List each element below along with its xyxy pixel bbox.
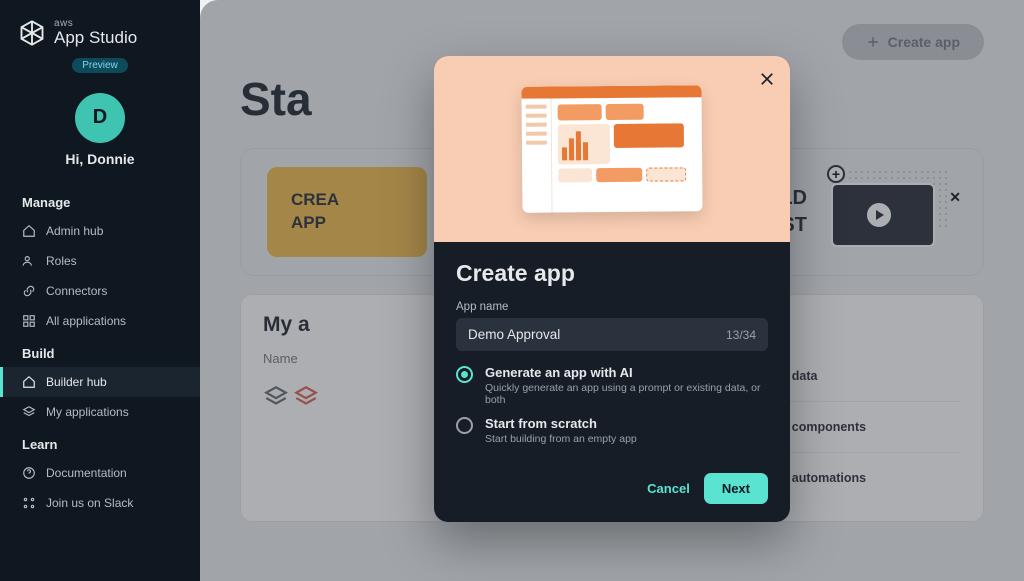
- section-learn: Learn: [0, 427, 200, 458]
- layers-icon: [22, 405, 36, 419]
- sidebar-item-my-applications[interactable]: My applications: [0, 397, 200, 427]
- char-count: 13/34: [726, 328, 756, 342]
- sidebar-label: My applications: [46, 405, 129, 419]
- option-subtitle: Start building from an empty app: [485, 433, 637, 445]
- radio-unselected-icon[interactable]: [456, 417, 473, 434]
- option-title: Start from scratch: [485, 416, 637, 431]
- option-subtitle: Quickly generate an app using a prompt o…: [485, 382, 768, 406]
- dashboard-illustration-icon: [521, 85, 702, 213]
- sidebar-item-admin-hub[interactable]: Admin hub: [0, 216, 200, 246]
- sidebar-label: Connectors: [46, 284, 107, 298]
- modal-hero: [434, 56, 790, 242]
- sidebar-label: Join us on Slack: [46, 496, 133, 510]
- brand: aws App Studio: [0, 18, 200, 54]
- option-generate-ai[interactable]: Generate an app with AI Quickly generate…: [456, 365, 768, 406]
- main: Create app Sta CREA APP O: BUILD R FIRST…: [200, 0, 1024, 581]
- sidebar-item-builder-hub[interactable]: Builder hub: [0, 367, 200, 397]
- link-icon: [22, 284, 36, 298]
- avatar[interactable]: D: [75, 93, 125, 143]
- section-manage: Manage: [0, 185, 200, 216]
- preview-badge: Preview: [72, 58, 128, 73]
- close-icon[interactable]: [758, 70, 776, 88]
- modal-overlay[interactable]: Create app App name 13/34 Generate an ap…: [200, 0, 1024, 581]
- cancel-button[interactable]: Cancel: [647, 481, 690, 496]
- option-start-scratch[interactable]: Start from scratch Start building from a…: [456, 416, 768, 445]
- home-icon: [22, 224, 36, 238]
- sidebar-item-all-applications[interactable]: All applications: [0, 306, 200, 336]
- next-button[interactable]: Next: [704, 473, 768, 504]
- grid-icon: [22, 314, 36, 328]
- create-app-modal: Create app App name 13/34 Generate an ap…: [434, 56, 790, 522]
- sidebar-label: Roles: [46, 254, 77, 268]
- sidebar-label: All applications: [46, 314, 126, 328]
- app-studio-logo-icon: [18, 19, 46, 47]
- sidebar-item-connectors[interactable]: Connectors: [0, 276, 200, 306]
- radio-selected-icon[interactable]: [456, 366, 473, 383]
- sidebar-label: Builder hub: [46, 375, 107, 389]
- question-icon: [22, 466, 36, 480]
- greeting: Hi, Donnie: [0, 151, 200, 167]
- sidebar-item-documentation[interactable]: Documentation: [0, 458, 200, 488]
- option-title: Generate an app with AI: [485, 365, 768, 380]
- app-name-label: App name: [456, 301, 768, 313]
- sidebar-label: Documentation: [46, 466, 127, 480]
- brand-name: App Studio: [54, 29, 137, 48]
- sidebar-item-slack[interactable]: Join us on Slack: [0, 488, 200, 518]
- sidebar-item-roles[interactable]: Roles: [0, 246, 200, 276]
- users-icon: [22, 254, 36, 268]
- app-name-input[interactable]: [468, 327, 726, 342]
- sidebar: aws App Studio Preview D Hi, Donnie Mana…: [0, 0, 200, 581]
- section-build: Build: [0, 336, 200, 367]
- home-icon: [22, 375, 36, 389]
- slack-icon: [22, 496, 36, 510]
- app-name-input-wrap[interactable]: 13/34: [456, 318, 768, 351]
- sidebar-label: Admin hub: [46, 224, 103, 238]
- modal-title: Create app: [456, 260, 768, 287]
